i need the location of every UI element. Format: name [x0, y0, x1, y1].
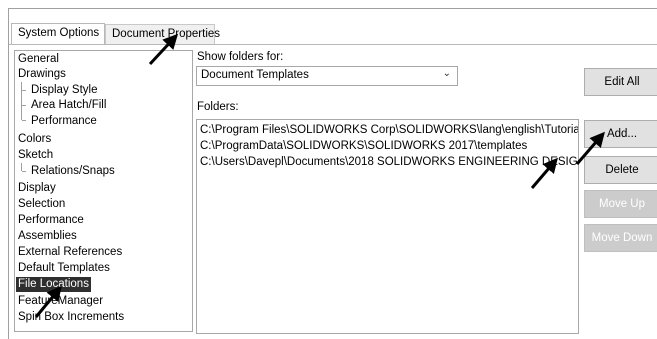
folders-list[interactable]: C:\Program Files\SOLIDWORKS Corp\SOLIDWO… — [196, 119, 579, 334]
show-folders-value: Document Templates — [201, 69, 309, 81]
tree-item-area-hatch-fill[interactable]: Area Hatch/Fill — [27, 98, 106, 113]
tree-item-colors[interactable]: Colors — [18, 132, 51, 147]
tree-item-drawings-performance[interactable]: Performance — [27, 114, 97, 129]
tree-item-sketch[interactable]: Sketch — [18, 148, 53, 163]
show-folders-dropdown[interactable]: Document Templates ⌄ — [196, 66, 458, 86]
tab-divider — [9, 44, 657, 45]
tree-guide-line — [22, 171, 26, 172]
add-button[interactable]: Add... — [584, 120, 657, 148]
tree-item-default-templates[interactable]: Default Templates — [18, 261, 110, 276]
tree-item-display[interactable]: Display — [18, 181, 56, 196]
tree-item-featuremanager[interactable]: FeatureManager — [18, 294, 103, 309]
show-folders-label: Show folders for: — [197, 51, 284, 63]
tree-item-selection[interactable]: Selection — [18, 197, 65, 212]
options-tree[interactable]: General Drawings Display Style Area Hatc… — [14, 50, 193, 332]
edit-all-button[interactable]: Edit All — [584, 68, 657, 96]
delete-button[interactable]: Delete — [584, 156, 657, 184]
move-down-button[interactable]: Move Down — [584, 224, 657, 252]
tree-item-assemblies[interactable]: Assemblies — [18, 229, 77, 244]
tree-item-display-style[interactable]: Display Style — [27, 83, 97, 98]
tree-item-external-references[interactable]: External References — [18, 245, 122, 260]
folder-path-item[interactable]: C:\Program Files\SOLIDWORKS Corp\SOLIDWO… — [200, 123, 578, 138]
tab-strip: System Options Document Properties — [9, 23, 657, 44]
tree-guide-line — [22, 105, 26, 106]
tree-item-drawings[interactable]: Drawings — [18, 67, 66, 82]
folder-path-item[interactable]: C:\Users\Davepl\Documents\2018 SOLIDWORK… — [200, 155, 578, 170]
folder-path-item[interactable]: C:\ProgramData\SOLIDWORKS\SOLIDWORKS 201… — [200, 139, 527, 154]
tree-guide-line — [22, 120, 26, 121]
tree-guide-line — [21, 163, 22, 171]
tree-item-file-locations[interactable]: File Locations — [16, 277, 91, 292]
folders-label: Folders: — [197, 101, 239, 113]
tab-document-properties[interactable]: Document Properties — [105, 24, 220, 44]
tree-item-performance[interactable]: Performance — [18, 213, 84, 228]
tree-item-spin-box-increments[interactable]: Spin Box Increments — [18, 310, 124, 325]
tree-guide-line — [21, 82, 22, 120]
tree-item-relations-snaps[interactable]: Relations/Snaps — [27, 164, 115, 179]
tree-guide-line — [22, 90, 26, 91]
tree-item-general[interactable]: General — [18, 52, 59, 67]
chevron-down-icon: ⌄ — [442, 68, 451, 79]
tab-system-options[interactable]: System Options — [11, 23, 105, 44]
move-up-button[interactable]: Move Up — [584, 190, 657, 218]
